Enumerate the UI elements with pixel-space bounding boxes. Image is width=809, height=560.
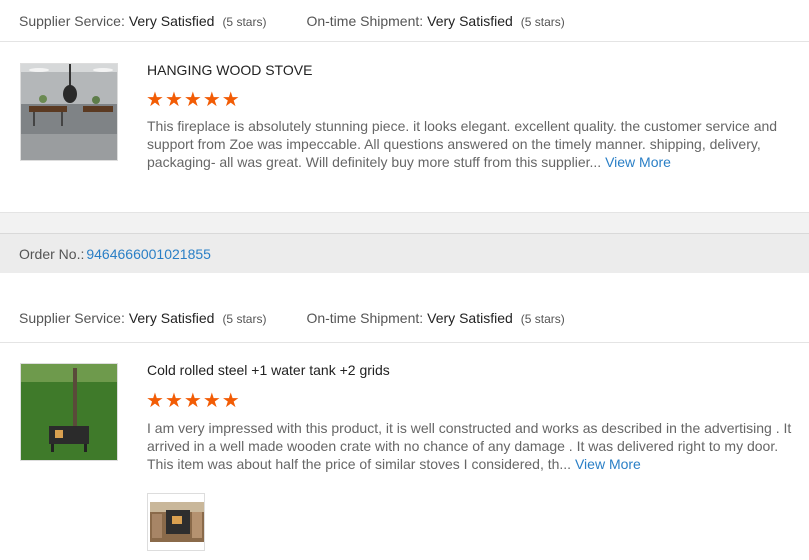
order-number-link[interactable]: 9464666001021855	[86, 246, 211, 262]
order-bar: Order No.: 9464666001021855	[0, 233, 809, 273]
review-attachment-thumbnail[interactable]	[147, 493, 205, 551]
stove-attachment-photo-icon	[148, 494, 204, 550]
review-ratings-row: Supplier Service: Very Satisfied (5 star…	[0, 0, 809, 42]
supplier-service-label: Supplier Service:	[19, 13, 125, 29]
star-rating: ★ ★ ★ ★ ★	[146, 391, 240, 411]
review-ratings-row: Supplier Service: Very Satisfied (5 star…	[0, 297, 809, 339]
shipment-label: On-time Shipment:	[306, 310, 424, 326]
review-item: Cold rolled steel +1 water tank +2 grids…	[0, 343, 809, 560]
product-title[interactable]: HANGING WOOD STOVE	[147, 62, 312, 78]
review-text: I am very impressed with this product, i…	[147, 419, 802, 473]
shipment-value: Very Satisfied	[427, 310, 513, 326]
star-icon: ★	[202, 390, 221, 412]
shipment-label: On-time Shipment:	[306, 13, 424, 29]
star-icon: ★	[146, 89, 164, 111]
living-room-stove-photo-icon	[21, 64, 117, 160]
star-icon: ★	[221, 89, 240, 111]
star-rating: ★ ★ ★ ★ ★	[146, 90, 240, 110]
review-text: This fireplace is absolutely stunning pi…	[147, 117, 802, 171]
star-icon: ★	[183, 390, 202, 412]
view-more-link[interactable]: View More	[605, 154, 671, 170]
section-gap	[0, 213, 809, 233]
star-icon: ★	[164, 390, 183, 412]
outdoor-stove-photo-icon	[21, 364, 117, 460]
product-thumbnail[interactable]	[20, 63, 118, 161]
shipment-rating: On-time Shipment: Very Satisfied (5 star…	[306, 310, 564, 326]
view-more-link[interactable]: View More	[575, 456, 641, 472]
supplier-service-stars: (5 stars)	[222, 312, 267, 326]
supplier-service-rating: Supplier Service: Very Satisfied (5 star…	[19, 13, 266, 29]
supplier-service-rating: Supplier Service: Very Satisfied (5 star…	[19, 310, 266, 326]
star-icon: ★	[146, 390, 164, 412]
shipment-stars: (5 stars)	[520, 312, 565, 326]
product-thumbnail[interactable]	[20, 363, 118, 461]
star-icon: ★	[202, 89, 221, 111]
star-icon: ★	[221, 390, 240, 412]
shipment-value: Very Satisfied	[427, 13, 513, 29]
star-icon: ★	[183, 89, 202, 111]
product-title[interactable]: Cold rolled steel +1 water tank +2 grids	[147, 362, 390, 378]
supplier-service-value: Very Satisfied	[128, 13, 215, 29]
supplier-service-value: Very Satisfied	[128, 310, 215, 326]
supplier-service-stars: (5 stars)	[222, 15, 267, 29]
review-body: This fireplace is absolutely stunning pi…	[147, 118, 778, 170]
supplier-service-label: Supplier Service:	[19, 310, 125, 326]
shipment-stars: (5 stars)	[520, 15, 565, 29]
review-item: HANGING WOOD STOVE ★ ★ ★ ★ ★ This firepl…	[0, 42, 809, 212]
review-body: I am very impressed with this product, i…	[147, 420, 792, 472]
star-icon: ★	[164, 89, 183, 111]
shipment-rating: On-time Shipment: Very Satisfied (5 star…	[306, 13, 564, 29]
order-label: Order No.:	[19, 245, 85, 262]
